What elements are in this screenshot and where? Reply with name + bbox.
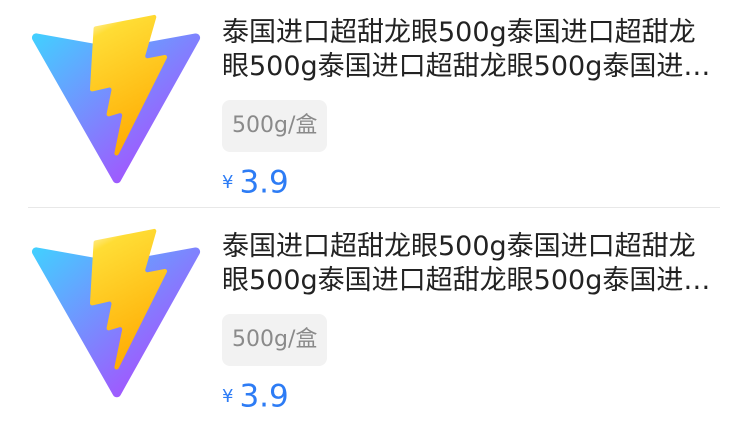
list-item[interactable]: 泰国进口超甜龙眼500g泰国进口超甜龙眼500g泰国进口超甜龙眼500g泰国进口… [0,222,750,422]
vite-logo-icon [28,8,204,194]
spec-tag: 500g/盒 [222,314,328,366]
price: ¥3.9 [222,162,720,202]
product-title[interactable]: 泰国进口超甜龙眼500g泰国进口超甜龙眼500g泰国进口超甜龙眼500g泰国进口… [222,230,720,298]
list-item[interactable]: 泰国进口超甜龙眼500g泰国进口超甜龙眼500g泰国进口超甜龙眼500g泰国进口… [0,8,750,208]
price-value: 3.9 [239,164,289,201]
spec-tag: 500g/盒 [222,100,328,152]
price-value: 3.9 [239,378,289,415]
vite-logo-icon [28,222,204,408]
product-list: 泰国进口超甜龙眼500g泰国进口超甜龙眼500g泰国进口超甜龙眼500g泰国进口… [0,0,750,424]
product-info: 泰国进口超甜龙眼500g泰国进口超甜龙眼500g泰国进口超甜龙眼500g泰国进口… [222,16,720,202]
price: ¥3.9 [222,376,720,416]
currency-symbol: ¥ [222,385,234,407]
product-title[interactable]: 泰国进口超甜龙眼500g泰国进口超甜龙眼500g泰国进口超甜龙眼500g泰国进口… [222,16,720,84]
divider [28,207,720,208]
currency-symbol: ¥ [222,171,234,193]
product-info: 泰国进口超甜龙眼500g泰国进口超甜龙眼500g泰国进口超甜龙眼500g泰国进口… [222,230,720,416]
